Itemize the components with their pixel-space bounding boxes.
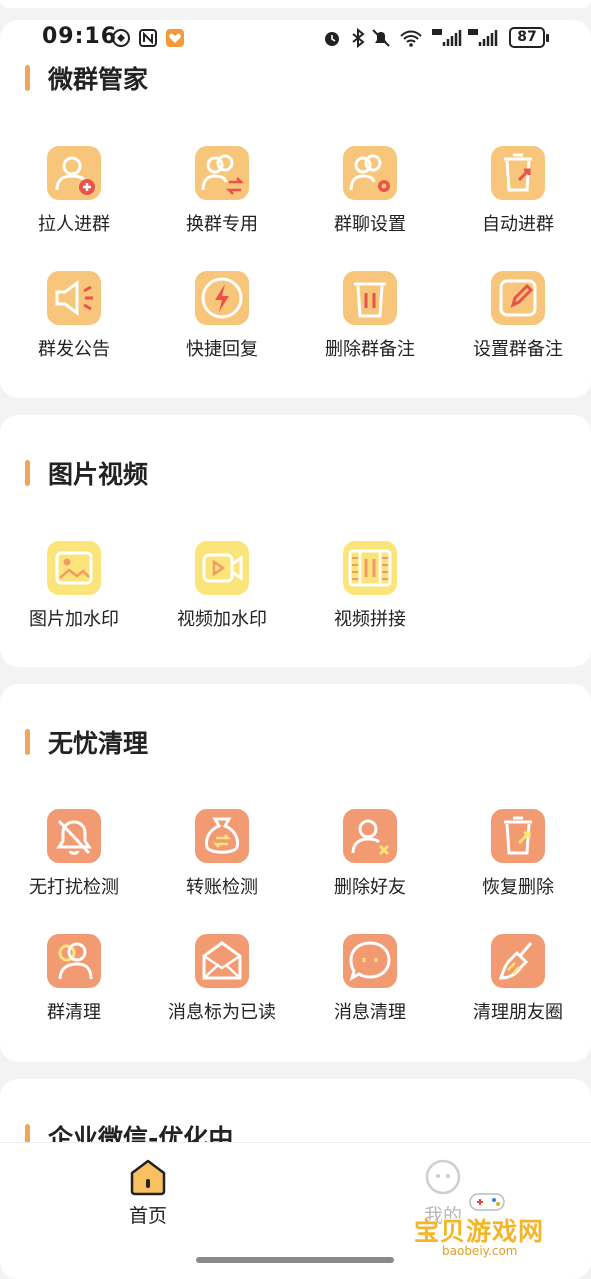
item-label: 群发公告: [38, 339, 110, 360]
watermark-url: baobeiy.com: [442, 1244, 518, 1258]
swap-users-icon: [195, 146, 249, 200]
image-icon: [47, 541, 101, 595]
home-indicator[interactable]: [196, 1257, 394, 1263]
item-label: 图片加水印: [29, 609, 119, 630]
title-accent-bar: [25, 460, 30, 486]
film-strip-icon: [343, 541, 397, 595]
users-gear-icon: [343, 146, 397, 200]
wifi-icon: [400, 30, 422, 47]
add-user-icon: [47, 146, 101, 200]
item-label: 消息标为已读: [168, 1002, 276, 1023]
item-label: 快捷回复: [186, 339, 258, 360]
home-icon: [128, 1157, 168, 1197]
trash-restore-icon: [491, 809, 545, 863]
item-label: 拉人进群: [38, 214, 110, 235]
signal-5g-icon: [432, 29, 462, 46]
battery-indicator: 87: [509, 27, 549, 48]
item-image-watermark[interactable]: 图片加水印: [0, 541, 148, 631]
item-message-clean[interactable]: 消息清理: [296, 934, 444, 1024]
section-title-group-manager: 微群管家: [25, 62, 148, 94]
money-bag-icon: [195, 809, 249, 863]
section-card-worry-free-clean: 无忧清理 无打扰检测 转账检测 删除好友 恢复删除 群清理 消息标为已读 消息清…: [0, 684, 591, 1062]
item-auto-join-group[interactable]: 自动进群: [444, 146, 591, 236]
item-label: 清理朋友圈: [473, 1002, 563, 1023]
item-label: 换群专用: [186, 214, 258, 235]
item-label: 删除群备注: [325, 339, 415, 360]
video-camera-icon: [195, 541, 249, 595]
broom-icon: [491, 934, 545, 988]
bluetooth-icon: [352, 28, 365, 48]
item-label: 消息清理: [334, 1002, 406, 1023]
section-title-clean: 无忧清理: [25, 726, 148, 758]
item-clean-moments[interactable]: 清理朋友圈: [444, 934, 591, 1024]
nfc-icon: [139, 29, 157, 47]
item-label: 视频加水印: [177, 609, 267, 630]
lightning-icon: [195, 271, 249, 325]
item-quick-reply[interactable]: 快捷回复: [148, 271, 296, 361]
status-time: 09:16: [42, 24, 118, 49]
gamepad-icon: [469, 1193, 505, 1211]
item-group-announcement[interactable]: 群发公告: [0, 271, 148, 361]
item-restore-deleted[interactable]: 恢复删除: [444, 809, 591, 899]
item-label: 视频拼接: [334, 609, 406, 630]
heart-app-icon: [166, 29, 184, 47]
bell-off-icon: [47, 809, 101, 863]
top-card-edge: [0, 0, 591, 8]
item-label: 删除好友: [334, 877, 406, 898]
remove-user-icon: [343, 809, 397, 863]
item-label: 转账检测: [186, 877, 258, 898]
tab-home[interactable]: 首页: [73, 1157, 223, 1228]
watermark-title: 宝贝游戏网: [414, 1217, 545, 1246]
megaphone-icon: [47, 271, 101, 325]
watermark-logo: 宝贝游戏网 baobeiy.com: [412, 1188, 562, 1260]
trash-icon: [343, 271, 397, 325]
item-video-stitch[interactable]: 视频拼接: [296, 541, 444, 631]
mute-bell-icon: [372, 29, 390, 47]
item-transfer-check[interactable]: 转账检测: [148, 809, 296, 899]
item-label: 群聊设置: [334, 214, 406, 235]
chat-bubble-icon: [343, 934, 397, 988]
item-group-clean[interactable]: 群清理: [0, 934, 148, 1024]
section-card-group-manager: 微群管家 拉人进群 换群专用 群聊设置 自动进群 群发公告 快捷回复 删除群备注…: [0, 20, 591, 398]
app-notification-icon: [112, 29, 130, 47]
envelope-open-icon: [195, 934, 249, 988]
tab-home-label: 首页: [128, 1205, 167, 1227]
item-switch-group[interactable]: 换群专用: [148, 146, 296, 236]
item-label: 恢复删除: [482, 877, 554, 898]
title-accent-bar: [25, 65, 30, 91]
item-label: 设置群备注: [473, 339, 563, 360]
status-bar: 09:16 87: [0, 20, 591, 56]
item-delete-friend[interactable]: 删除好友: [296, 809, 444, 899]
section-title-text: 无忧清理: [48, 729, 149, 758]
item-mark-messages-read[interactable]: 消息标为已读: [148, 934, 296, 1024]
item-pull-into-group[interactable]: 拉人进群: [0, 146, 148, 236]
signal-5g-icon-2: [468, 29, 498, 46]
item-label: 无打扰检测: [29, 877, 119, 898]
users-icon: [47, 934, 101, 988]
section-title-image-video: 图片视频: [25, 457, 148, 489]
section-title-text: 微群管家: [48, 65, 149, 94]
item-label: 群清理: [47, 1002, 101, 1023]
item-delete-group-remark[interactable]: 删除群备注: [296, 271, 444, 361]
alarm-icon: [325, 32, 339, 46]
section-card-image-video: 图片视频 图片加水印 视频加水印 视频拼接: [0, 415, 591, 667]
section-title-text: 图片视频: [48, 460, 149, 489]
item-label: 自动进群: [482, 214, 554, 235]
item-do-not-disturb-check[interactable]: 无打扰检测: [0, 809, 148, 899]
trash-arrow-icon: [491, 146, 545, 200]
item-set-group-remark[interactable]: 设置群备注: [444, 271, 591, 361]
edit-icon: [491, 271, 545, 325]
title-accent-bar: [25, 729, 30, 755]
item-group-chat-settings[interactable]: 群聊设置: [296, 146, 444, 236]
item-video-watermark[interactable]: 视频加水印: [148, 541, 296, 631]
